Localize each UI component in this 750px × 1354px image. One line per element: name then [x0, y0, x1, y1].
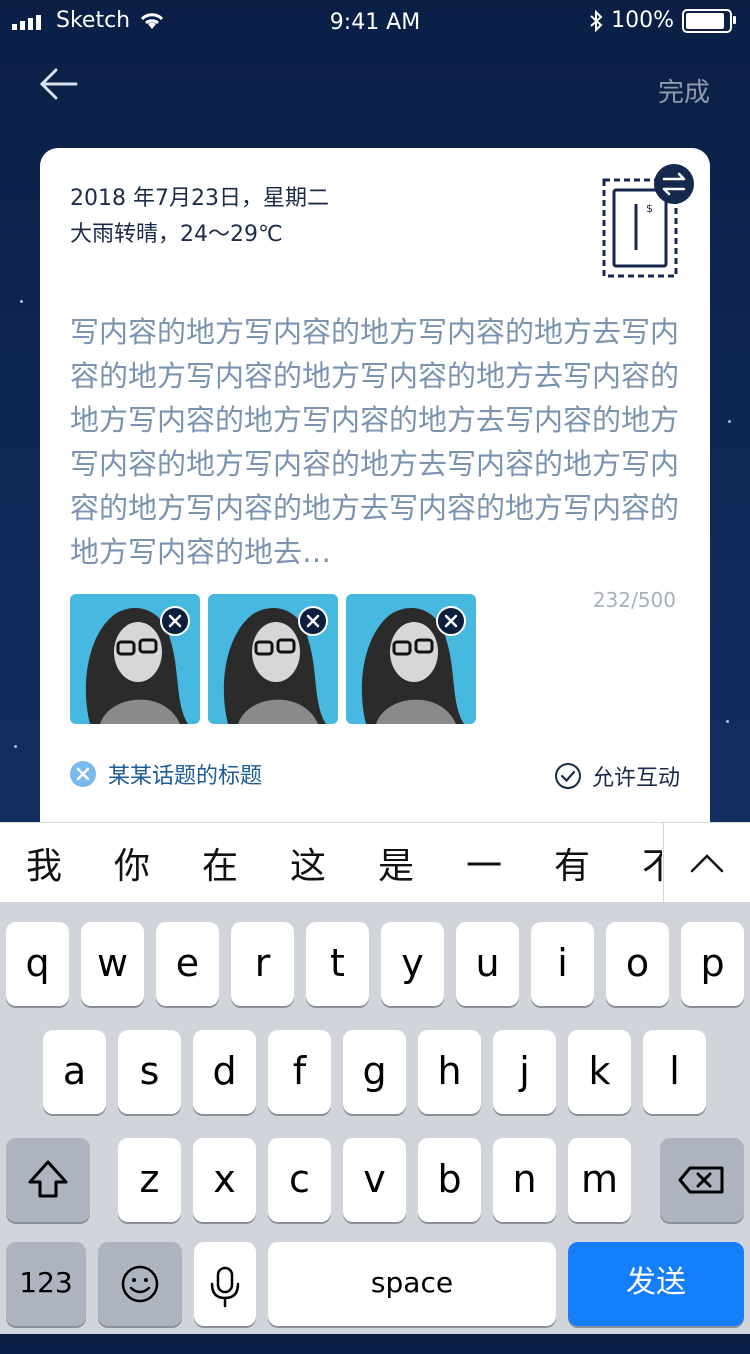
emoji-key[interactable] — [98, 1242, 182, 1326]
star — [728, 420, 731, 423]
key-y[interactable]: y — [381, 922, 444, 1006]
key-t[interactable]: t — [306, 922, 369, 1006]
key-l[interactable]: l — [643, 1030, 706, 1114]
photo-thumbnail[interactable] — [208, 594, 338, 724]
key-p[interactable]: p — [681, 922, 744, 1006]
key-a[interactable]: a — [43, 1030, 106, 1114]
star — [726, 720, 729, 723]
key-m[interactable]: m — [568, 1138, 631, 1222]
photo-thumbnail[interactable] — [70, 594, 200, 724]
bluetooth-icon — [590, 9, 603, 32]
key-h[interactable]: h — [418, 1030, 481, 1114]
expand-candidates-button[interactable] — [663, 823, 750, 903]
microphone-icon — [210, 1266, 240, 1308]
close-icon — [168, 614, 182, 628]
candidate-word[interactable]: 在 — [176, 837, 264, 889]
key-c[interactable]: c — [268, 1138, 331, 1222]
candidate-list: 我 你 在 这 是 一 有 不 — [0, 823, 662, 903]
character-counter: 232/500 — [592, 588, 676, 612]
close-icon — [444, 614, 458, 628]
key-w[interactable]: w — [81, 922, 144, 1006]
back-button[interactable] — [36, 64, 84, 104]
key-o[interactable]: o — [606, 922, 669, 1006]
weather-text: 大雨转晴，24～29℃ — [70, 222, 283, 247]
topic-tag[interactable]: 某某话题的标题 — [70, 758, 262, 790]
key-g[interactable]: g — [343, 1030, 406, 1114]
candidate-word[interactable]: 一 — [440, 837, 528, 889]
chevron-up-icon — [690, 854, 724, 873]
allow-interaction-toggle[interactable]: 允许互动 — [554, 760, 680, 792]
keyboard: q w e r t y u i o p a s d f g h j k l z … — [0, 902, 750, 1334]
candidate-bar: 我 你 在 这 是 一 有 不 — [0, 822, 750, 903]
svg-text:$: $ — [646, 202, 653, 215]
remove-photo-button[interactable] — [436, 606, 466, 636]
battery-icon — [682, 8, 736, 33]
candidate-word[interactable]: 这 — [264, 837, 352, 889]
date-text: 2018 年7月23日，星期二 — [70, 186, 329, 211]
status-right: 100% — [589, 8, 736, 33]
check-circle-icon — [554, 763, 581, 789]
candidate-word[interactable]: 你 — [88, 837, 176, 889]
key-f[interactable]: f — [268, 1030, 331, 1114]
key-i[interactable]: i — [531, 922, 594, 1006]
space-key[interactable]: space — [268, 1242, 556, 1326]
star — [14, 745, 17, 748]
done-button[interactable]: 完成 — [658, 72, 710, 109]
backspace-icon — [678, 1166, 724, 1194]
shift-key[interactable] — [6, 1138, 90, 1222]
key-u[interactable]: u — [456, 922, 519, 1006]
dictation-key[interactable] — [194, 1242, 256, 1326]
key-q[interactable]: q — [6, 922, 69, 1006]
key-z[interactable]: z — [118, 1138, 181, 1222]
emoji-icon — [121, 1265, 159, 1303]
key-j[interactable]: j — [493, 1030, 556, 1114]
numbers-key[interactable]: 123 — [6, 1242, 86, 1326]
remove-photo-button[interactable] — [298, 606, 328, 636]
close-icon — [306, 614, 320, 628]
send-key[interactable]: 发送 — [568, 1242, 744, 1326]
key-n[interactable]: n — [493, 1138, 556, 1222]
candidate-word[interactable]: 是 — [352, 837, 440, 889]
content-textarea[interactable]: 写内容的地方写内容的地方写内容的地方去写内容的地方写内容的地方写内容的地方去写内… — [70, 310, 680, 574]
backspace-key[interactable] — [660, 1138, 744, 1222]
swap-icon[interactable] — [654, 164, 694, 204]
arrow-left-icon — [39, 68, 78, 100]
battery-fill — [686, 12, 724, 29]
key-x[interactable]: x — [193, 1138, 256, 1222]
status-bar: Sketch 9:41 AM 100% — [0, 0, 750, 44]
key-v[interactable]: v — [343, 1138, 406, 1222]
diary-card: 2018 年7月23日，星期二 大雨转晴，24～29℃ $ 写内容的地方写内容的… — [40, 148, 710, 848]
star — [20, 300, 23, 303]
swap-arrows-icon — [662, 172, 686, 196]
photo-thumbnail[interactable] — [346, 594, 476, 724]
battery-percent: 100% — [611, 8, 674, 33]
key-r[interactable]: r — [231, 922, 294, 1006]
key-e[interactable]: e — [156, 922, 219, 1006]
close-icon — [76, 767, 90, 781]
photo-list — [70, 594, 476, 724]
shift-icon — [28, 1160, 68, 1198]
key-d[interactable]: d — [193, 1030, 256, 1114]
candidate-word[interactable]: 我 — [0, 837, 88, 889]
topic-title: 某某话题的标题 — [108, 764, 263, 789]
key-k[interactable]: k — [568, 1030, 631, 1114]
key-b[interactable]: b — [418, 1138, 481, 1222]
close-circle-icon[interactable] — [70, 761, 96, 787]
key-s[interactable]: s — [118, 1030, 181, 1114]
candidate-word[interactable]: 不 — [616, 837, 662, 889]
remove-photo-button[interactable] — [160, 606, 190, 636]
candidate-word[interactable]: 有 — [528, 837, 616, 889]
allow-interaction-label: 允许互动 — [591, 766, 680, 791]
